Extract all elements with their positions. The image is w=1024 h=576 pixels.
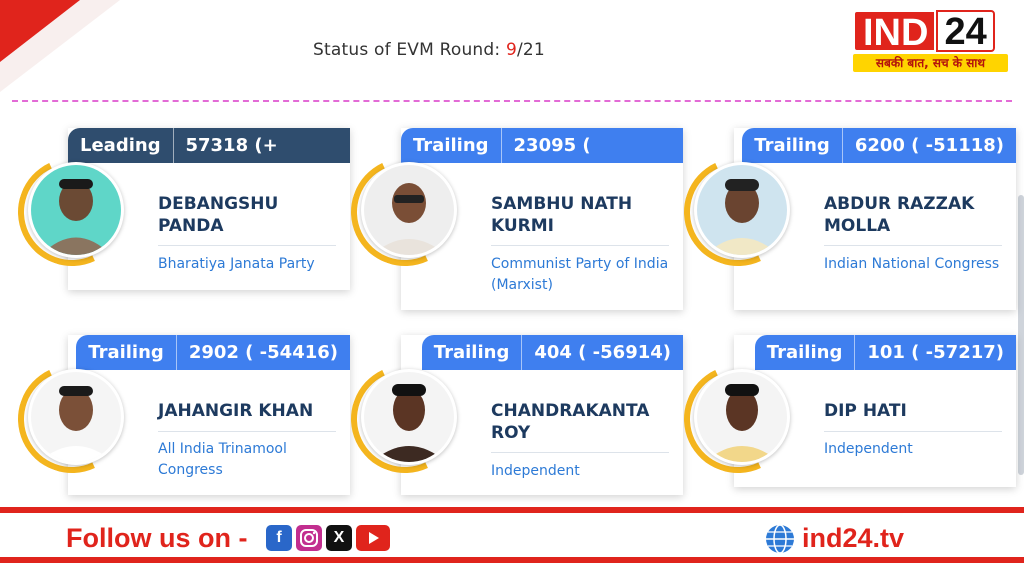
candidate-photo — [694, 369, 790, 465]
candidate-name: SAMBHU NATH KURMI — [491, 194, 633, 236]
candidate-card[interactable]: Trailing 6200 ( -51118) ABDUR RAZZAK MOL… — [668, 128, 1016, 310]
candidate-name: JAHANGIR KHAN — [158, 401, 314, 421]
status-text: Leading — [80, 135, 161, 156]
status-badge: Trailing 101 ( -57217) — [754, 335, 1016, 370]
website-link[interactable]: ind24.tv — [802, 523, 904, 554]
party-name: Independent — [824, 441, 913, 457]
candidate-photo — [361, 369, 457, 465]
status-badge: Trailing 23095 ( -34223) — [401, 128, 683, 163]
vote-count: 101 ( -57217) — [867, 342, 1004, 363]
youtube-icon[interactable] — [356, 525, 390, 551]
candidate-photo — [694, 162, 790, 258]
party-name: All India Trinamool Congress — [158, 441, 287, 478]
vote-count: 23095 ( -34223) — [513, 135, 591, 156]
follow-bar: Follow us on - f X ind24.tv — [0, 507, 1024, 563]
vote-count: 6200 ( -51118) — [854, 135, 1004, 156]
candidate-card[interactable]: Leading 57318 (+ 34223) DEBANGSHU PANDA … — [2, 128, 350, 290]
globe-icon — [766, 524, 794, 554]
candidate-name: DIP HATI — [824, 401, 907, 421]
party-name: Communist Party of India (Marxist) — [491, 256, 669, 293]
status-text: Trailing — [413, 135, 489, 156]
dashed-divider — [12, 100, 1012, 102]
candidate-card[interactable]: Trailing 23095 ( -34223) SAMBHU NATH KUR… — [335, 128, 683, 310]
status-text: Trailing — [754, 135, 830, 156]
evm-round-status: Status of EVM Round: 9/21 — [313, 40, 545, 60]
status-badge: Trailing 404 ( -56914) — [421, 335, 683, 370]
candidate-card[interactable]: Trailing 2902 ( -54416) JAHANGIR KHAN Al… — [2, 335, 350, 495]
logo-tagline: सबकी बात, सच के साथ — [853, 54, 1008, 72]
status-text: Trailing — [88, 342, 164, 363]
round-current: 9 — [505, 40, 517, 60]
facebook-icon[interactable]: f — [266, 525, 292, 551]
candidate-name: DEBANGSHU PANDA — [158, 194, 279, 236]
vote-count: 2902 ( -54416) — [188, 342, 338, 363]
candidate-card[interactable]: Trailing 404 ( -56914) CHANDRAKANTA ROY … — [335, 335, 683, 495]
status-badge: Leading 57318 (+ 34223) — [68, 128, 350, 163]
follow-label: Follow us on - — [66, 523, 248, 553]
party-name: Bharatiya Janata Party — [158, 256, 315, 272]
candidate-name: CHANDRAKANTA ROY — [491, 401, 650, 443]
status-badge: Trailing 2902 ( -54416) — [76, 335, 350, 370]
bottom-strip — [0, 563, 1024, 576]
vote-count: 57318 (+ 34223) — [185, 135, 278, 156]
x-icon[interactable]: X — [326, 525, 352, 551]
candidate-card[interactable]: Trailing 101 ( -57217) DIP HATI Independ… — [668, 335, 1016, 489]
scrollbar[interactable] — [1018, 195, 1024, 475]
party-name: Independent — [491, 463, 580, 479]
vote-count: 404 ( -56914) — [534, 342, 671, 363]
candidate-photo — [28, 162, 124, 258]
status-label: Status of EVM Round: — [313, 40, 501, 60]
candidate-name: ABDUR RAZZAK MOLLA — [824, 194, 975, 236]
status-text: Trailing — [433, 342, 510, 363]
status-text: Trailing — [766, 342, 843, 363]
instagram-icon[interactable] — [296, 525, 322, 551]
status-badge: Trailing 6200 ( -51118) — [742, 128, 1016, 163]
party-name: Indian National Congress — [824, 256, 1000, 272]
logo-ind-text: IND — [853, 10, 937, 54]
logo-24-text: 24 — [936, 10, 995, 52]
candidate-photo — [28, 369, 124, 465]
round-total: /21 — [516, 40, 545, 60]
corner-decoration — [0, 0, 80, 62]
ind24-logo: IND 24 सबकी बात, सच के साथ — [853, 10, 1008, 72]
candidate-photo — [361, 162, 457, 258]
